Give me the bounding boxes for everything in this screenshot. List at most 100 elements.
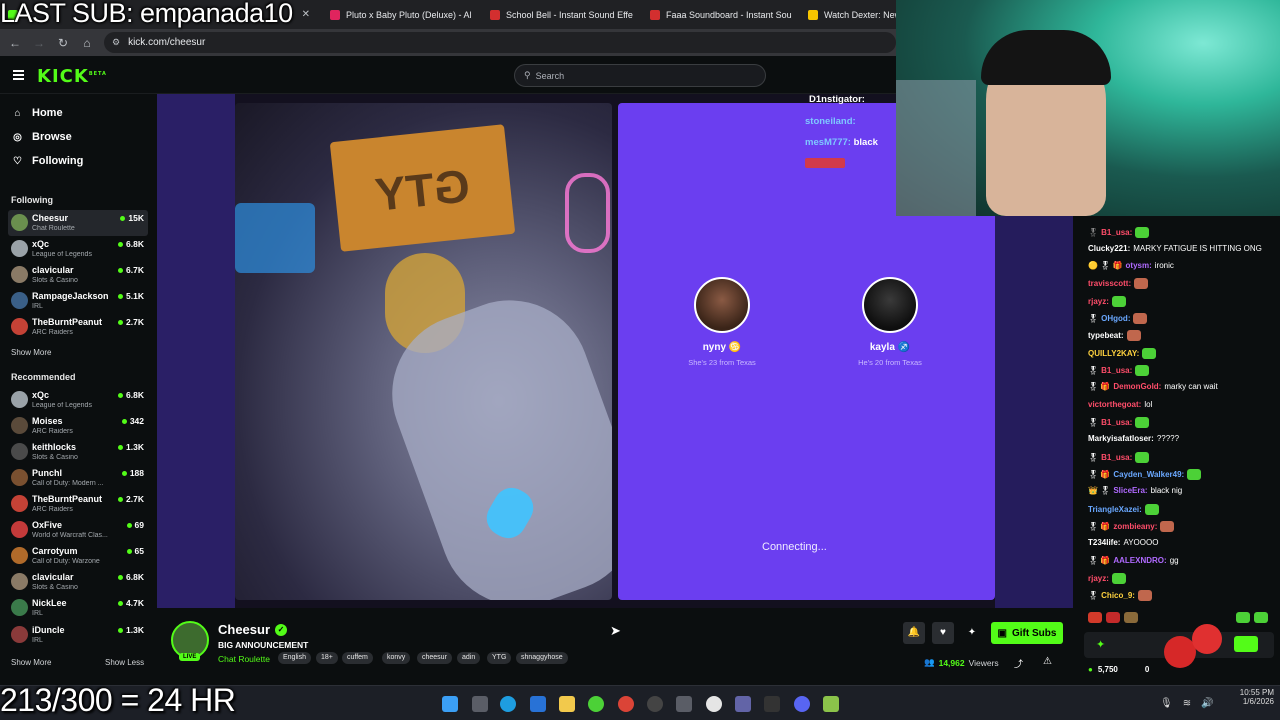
back-arrow-icon[interactable]: ← [3,36,27,50]
chat-user[interactable]: DemonGold: [1113,382,1161,391]
discord-icon[interactable] [794,696,810,712]
emote-icon[interactable] [1124,612,1138,623]
stream-category[interactable]: Chat Roulette [218,654,270,664]
reload-icon[interactable]: ↻ [51,36,75,50]
chat-input[interactable]: ✦ [1084,624,1274,668]
chrome-icon[interactable] [618,696,634,712]
browser-tab-3[interactable]: Faaa Soundboard - Instant Sou ✕ [642,4,794,25]
chat-user[interactable]: B1_usa: [1101,366,1132,375]
chat-user[interactable]: OHgod: [1101,314,1130,323]
chat-user[interactable]: AALEXNDRO: [1113,556,1166,565]
emote-icon[interactable] [1106,612,1120,623]
chat-user[interactable]: zombieany: [1113,522,1157,531]
tag[interactable]: 18+ [316,652,338,664]
file-explorer-icon[interactable] [559,696,575,712]
recommended-channel[interactable]: PunchI Call of Duty: Modern ... 188 [8,465,148,491]
browser-tab-4[interactable]: Watch Dexter: New B [800,4,900,25]
channel-points-row[interactable]: ● 5,750 0 [1088,665,1149,674]
emote-icon[interactable] [1088,612,1102,623]
chat-user[interactable]: B1_usa: [1101,228,1132,237]
chat-user[interactable]: Chico_9: [1101,591,1135,600]
match-person-1[interactable]: nyny ♋ She's 23 from Texas [667,277,777,367]
chat-user[interactable]: otysm: [1126,261,1152,270]
following-channel[interactable]: clavicular Slots & Casino 6.7K [8,262,148,288]
tag[interactable]: adin [457,652,481,664]
recommended-channel[interactable]: xQc League of Legends 6.8K [8,387,148,413]
channel-name[interactable]: Cheesur [218,622,270,637]
menu-icon[interactable] [13,70,24,82]
chat-user[interactable]: Markyisafatloser: [1088,434,1154,443]
home-browser-icon[interactable]: ⌂ [75,36,99,50]
site-info-icon[interactable]: ⚙ [112,37,120,48]
chat-user[interactable]: Clucky221: [1088,244,1130,253]
notification-bell-button[interactable]: 🔔 [903,622,925,644]
chat-user[interactable]: rjayz: [1088,574,1109,583]
nav-browse[interactable]: ◎ Browse [12,131,72,143]
recommended-channel[interactable]: Carrotyum Call of Duty: Warzone 65 [8,543,148,569]
app-icon[interactable] [588,696,604,712]
app-icon[interactable] [764,696,780,712]
store-icon[interactable] [676,696,692,712]
recommended-channel[interactable]: iDuncle IRL 1.3K [8,622,148,648]
browser-tab-2[interactable]: School Bell - Instant Sound Effe ✕ [482,4,634,25]
chat-user[interactable]: victorthegoat: [1088,400,1141,409]
chat-user[interactable]: T234life: [1088,538,1120,547]
recommended-channel[interactable]: NickLee IRL 4.7K [8,595,148,621]
windows-start-icon[interactable] [442,696,458,712]
show-less-button[interactable]: Show Less [105,658,144,667]
recommended-channel[interactable]: clavicular Slots & Casino 6.8K [8,569,148,595]
recommended-channel[interactable]: TheBurntPeanut ARC Raiders 2.7K [8,491,148,517]
nav-following[interactable]: ♡ Following [12,155,83,167]
app-icon[interactable] [647,696,663,712]
chat-user[interactable]: SliceEra: [1113,486,1147,495]
following-channel[interactable]: RampageJackson IRL 5.1K [8,288,148,314]
search-input[interactable]: ⚲ Search [514,64,766,87]
recommended-channel[interactable]: OxFive World of Warcraft Clas... 69 [8,517,148,543]
tag[interactable]: English [278,652,311,664]
follow-button[interactable]: ♥ [932,622,954,644]
task-view-icon[interactable] [472,696,488,712]
chat-user[interactable]: TriangleXazei: [1088,505,1142,514]
edge-browser-icon[interactable] [500,696,516,712]
tag[interactable]: cuffem [342,652,373,664]
chat-user[interactable]: B1_usa: [1101,418,1132,427]
chat-user[interactable]: B1_usa: [1101,453,1132,462]
browser-tab-1[interactable]: Pluto x Baby Pluto (Deluxe) - Al ✕ [322,4,474,25]
clock[interactable]: 10:55 PM 1/6/2026 [1218,688,1274,706]
send-button[interactable] [1234,636,1258,652]
recommended-channel[interactable]: keithlocks Slots & Casino 1.3K [8,439,148,465]
nav-home[interactable]: ⌂ Home [12,107,62,119]
show-more-recommended-button[interactable]: Show More [11,658,51,667]
tag[interactable]: konvy [382,652,411,664]
share-icon[interactable]: ⤴ [1014,657,1023,670]
forward-arrow-icon[interactable]: → [27,36,51,50]
chat-user[interactable]: Cayden_Walker49: [1113,470,1184,479]
following-channel[interactable]: xQc League of Legends 6.8K [8,236,148,262]
badge-icon: 🎖 [1088,453,1099,462]
report-icon[interactable]: ⚠ [1043,656,1052,667]
chat-user[interactable]: typebeat: [1088,331,1124,340]
show-more-following-button[interactable]: Show More [11,348,51,357]
match-person-2[interactable]: kayla ♐ He's 20 from Texas [835,277,945,367]
recommended-channel[interactable]: Moises ARC Raiders 342 [8,413,148,439]
gift-subs-button[interactable]: ▣ Gift Subs [991,622,1063,644]
chat-user[interactable]: QUILLY2KAY: [1088,349,1139,358]
tag[interactable]: shnaggyhose [516,652,568,664]
following-channel[interactable]: Cheesur Chat Roulette 15K [8,210,148,236]
more-button[interactable]: ✦ [961,622,983,644]
app-icon[interactable] [823,696,839,712]
tag[interactable]: YTG [487,652,512,664]
kick-logo[interactable]: KICKBETA [37,66,107,87]
chat-user[interactable]: travisscott: [1088,279,1131,288]
emote-icon[interactable] [1236,612,1250,623]
address-bar[interactable]: ⚙ kick.com/cheesur [104,32,896,53]
system-tray[interactable]: 🎙 ≋ 🔊 [1160,698,1214,709]
outlook-icon[interactable] [530,696,546,712]
app-icon[interactable] [706,696,722,712]
tag[interactable]: cheesur [417,652,452,664]
following-channel[interactable]: TheBurntPeanut ARC Raiders 2.7K [8,314,148,340]
emote-icon[interactable] [1254,612,1268,623]
chat-user[interactable]: rjayz: [1088,297,1109,306]
teams-icon[interactable] [735,696,751,712]
close-tab-icon[interactable]: ✕ [302,9,310,20]
